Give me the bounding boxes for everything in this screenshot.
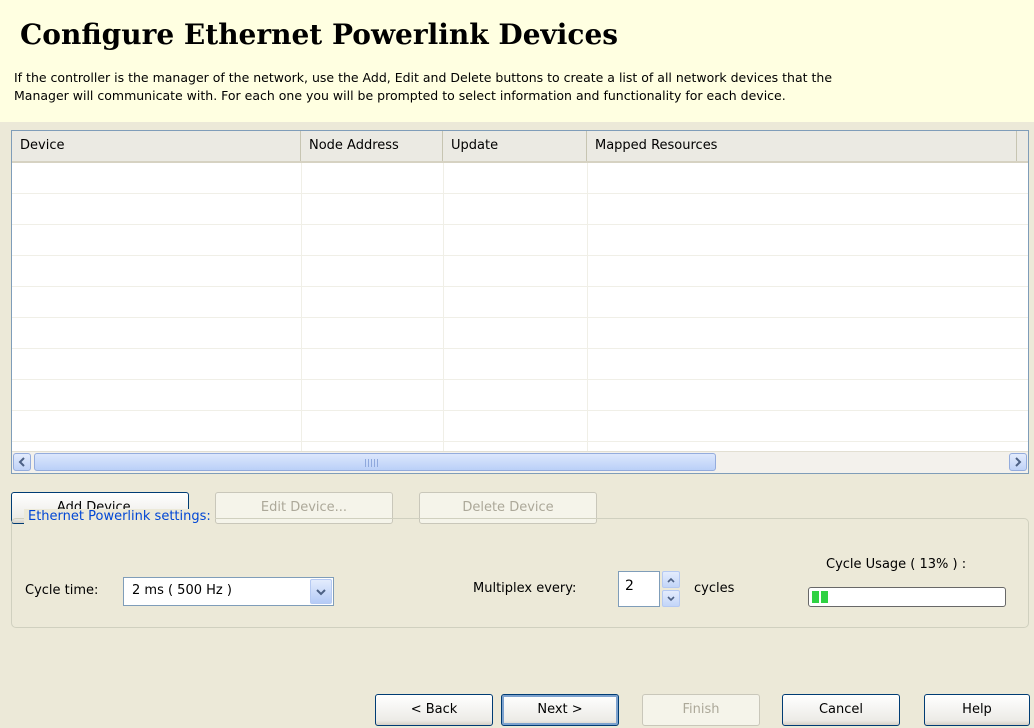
table-row: [12, 225, 1028, 256]
table-row: [12, 163, 1028, 194]
column-header-device[interactable]: Device: [12, 131, 301, 161]
table-row: [12, 256, 1028, 287]
cycle-usage-progress: [808, 587, 1006, 607]
back-button[interactable]: < Back: [375, 694, 493, 726]
device-list-table[interactable]: Device Node Address Update Mapped Resour…: [11, 130, 1029, 474]
table-row: [12, 411, 1028, 442]
powerlink-settings-group: Ethernet Powerlink settings: Cycle time:…: [11, 509, 1029, 628]
multiplex-input[interactable]: 2: [618, 571, 660, 607]
cycle-time-select[interactable]: 2 ms ( 500 Hz ): [123, 577, 334, 606]
arrow-right-icon[interactable]: [1009, 453, 1027, 471]
table-row: [12, 318, 1028, 349]
help-button[interactable]: Help: [924, 694, 1030, 726]
column-header-mapped-resources[interactable]: Mapped Resources: [587, 131, 1017, 161]
arrow-left-icon[interactable]: [13, 453, 31, 471]
spin-up-icon[interactable]: [662, 571, 680, 588]
progress-block: [812, 591, 819, 603]
wizard-header: Configure Ethernet Powerlink Devices If …: [0, 0, 1034, 122]
scrollbar-grip-icon: [365, 459, 379, 467]
table-row: [12, 287, 1028, 318]
next-button[interactable]: Next >: [501, 694, 619, 726]
column-divider: [301, 163, 302, 451]
multiplex-label: Multiplex every:: [473, 581, 577, 596]
description-line-1: If the controller is the manager of the …: [14, 70, 833, 85]
table-body[interactable]: [12, 163, 1028, 473]
multiplex-stepper[interactable]: 2: [618, 571, 680, 607]
column-header-update[interactable]: Update: [443, 131, 587, 161]
group-label: Ethernet Powerlink settings:: [24, 509, 215, 524]
cycle-time-value: 2 ms ( 500 Hz ): [132, 583, 232, 598]
page-title: Configure Ethernet Powerlink Devices: [20, 18, 619, 51]
cycle-usage-label: Cycle Usage ( 13% ) :: [826, 557, 967, 572]
column-header-node-address[interactable]: Node Address: [301, 131, 443, 161]
finish-button[interactable]: Finish: [642, 694, 760, 726]
description-line-2: Manager will communicate with. For each …: [14, 88, 786, 103]
multiplex-unit-label: cycles: [694, 581, 735, 596]
table-row: [12, 194, 1028, 225]
progress-block: [821, 591, 828, 603]
table-header: Device Node Address Update Mapped Resour…: [12, 131, 1028, 163]
scrollbar-thumb[interactable]: [34, 453, 716, 471]
spin-down-icon[interactable]: [662, 590, 680, 607]
column-divider: [443, 163, 444, 451]
cycle-time-label: Cycle time:: [25, 583, 99, 598]
horizontal-scrollbar[interactable]: [12, 451, 1028, 473]
column-divider: [587, 163, 588, 451]
page-description: If the controller is the manager of the …: [14, 69, 1026, 105]
chevron-down-icon[interactable]: [310, 579, 332, 604]
table-row: [12, 349, 1028, 380]
table-row: [12, 380, 1028, 411]
cancel-button[interactable]: Cancel: [782, 694, 900, 726]
